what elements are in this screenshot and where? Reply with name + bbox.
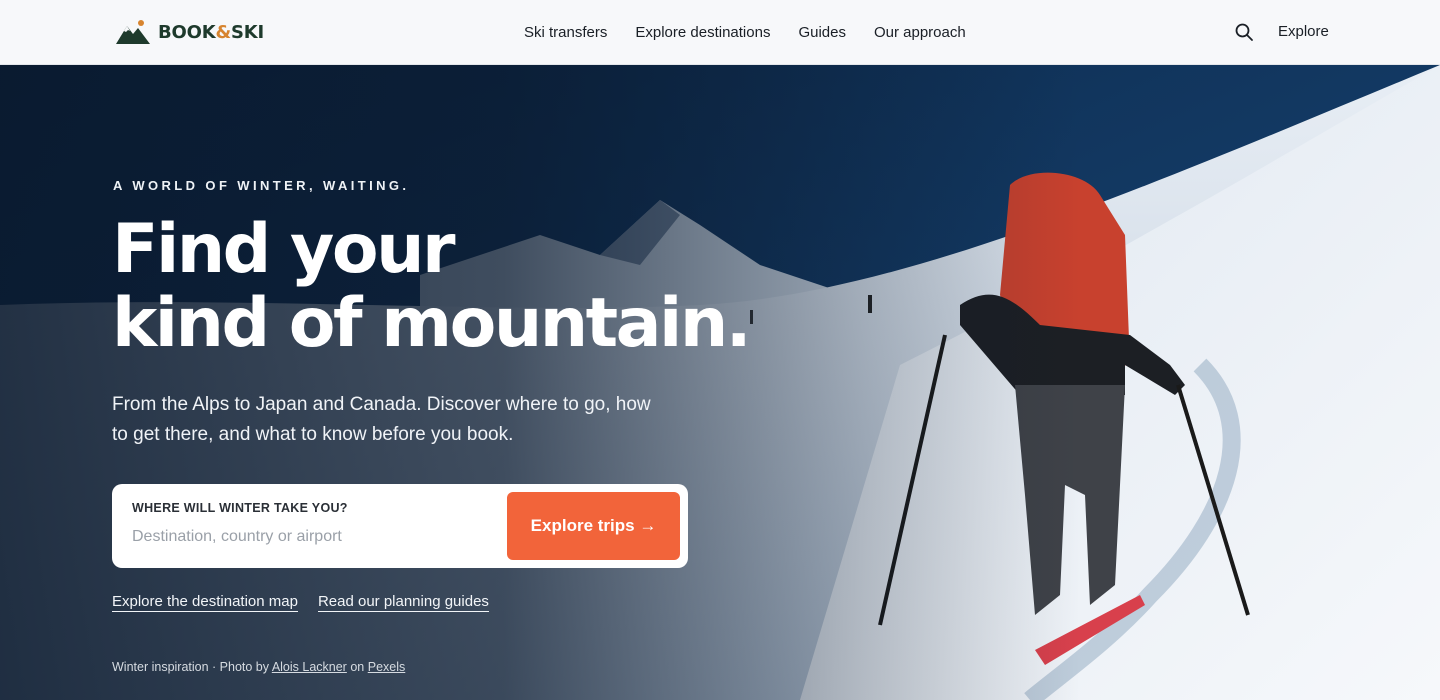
nav-item-guides[interactable]: Guides	[798, 24, 846, 41]
hero-subtext: From the Alps to Japan and Canada. Disco…	[112, 394, 651, 445]
credit-prefix: Winter inspiration · Photo by	[112, 660, 270, 674]
planning-guides-link[interactable]: Read our planning guides	[317, 593, 489, 612]
credit-on: on	[350, 660, 365, 674]
headline-line-1: Find your	[112, 210, 456, 289]
explore-trips-button[interactable]: Explore trips →	[507, 492, 680, 560]
credit-author-link[interactable]: Alois Lackner	[272, 660, 347, 674]
hero-section: A WORLD OF WINTER, WAITING. Find your ki…	[0, 65, 1440, 700]
search-label: WHERE WILL WINTER TAKE YOU?	[132, 501, 348, 515]
nav-item-ski-transfers[interactable]: Ski transfers	[524, 24, 607, 41]
hero-links: Explore the destination map Read our pla…	[112, 593, 489, 612]
hero-eyebrow: A WORLD OF WINTER, WAITING.	[113, 178, 410, 193]
site-header: BOOK&SKI Ski transfers Explore destinati…	[0, 0, 1440, 65]
hero-headline: Find your kind of mountain.	[112, 213, 832, 361]
header-explore-link[interactable]: Explore	[1278, 23, 1329, 40]
search-icon[interactable]	[1234, 22, 1254, 42]
main-nav: Ski transfers Explore destinations Guide…	[524, 0, 966, 64]
mountain-logo-icon	[116, 20, 150, 44]
brand-name: BOOK&SKI	[158, 21, 264, 43]
photo-credit: Winter inspiration · Photo by Alois Lack…	[112, 660, 405, 674]
nav-item-our-approach[interactable]: Our approach	[874, 24, 966, 41]
headline-line-2: kind of mountain.	[112, 284, 752, 363]
destination-map-link[interactable]: Explore the destination map	[112, 593, 298, 612]
destination-search-input[interactable]	[132, 525, 492, 549]
nav-item-explore-destinations[interactable]: Explore destinations	[635, 24, 770, 41]
credit-source-link[interactable]: Pexels	[368, 660, 406, 674]
search-card: WHERE WILL WINTER TAKE YOU? Explore trip…	[112, 484, 688, 568]
brand-logo[interactable]: BOOK&SKI	[116, 20, 264, 44]
